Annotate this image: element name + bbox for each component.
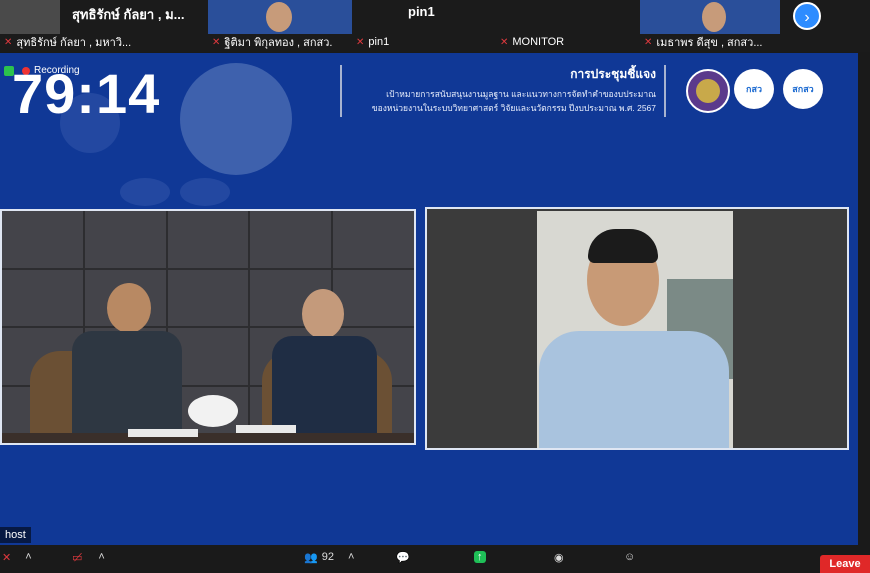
presenter-suit	[72, 331, 182, 443]
mute-button[interactable]: ✕ ˄	[2, 548, 32, 566]
participant-tile[interactable]: ✕ เมธาพร ดีสุข , สกสว...	[640, 0, 784, 52]
leave-button[interactable]: Leave	[820, 555, 870, 573]
participant-display-name: สุทธิรักษ์ กัลยา , ม...	[72, 7, 185, 22]
chevron-up-icon[interactable]: ˄	[25, 551, 31, 563]
participant-name-bar: ✕ เมธาพร ดีสุข , สกสว...	[640, 34, 763, 50]
mic-muted-icon: ✕	[356, 36, 365, 48]
speaker-hair	[588, 229, 658, 263]
record-icon: ◉	[554, 551, 564, 564]
desk	[2, 433, 414, 443]
tsri-logo: สกสว	[783, 69, 823, 109]
participant-name-bar: ✕ pin1	[352, 34, 389, 50]
remote-speaker-video	[425, 207, 849, 450]
host-label: host	[0, 527, 31, 543]
share-screen-button[interactable]: ↑	[474, 548, 486, 566]
speaker-shirt	[539, 331, 729, 448]
participant-name-bar: ✕ MONITOR	[496, 34, 564, 50]
flower-arrangement	[188, 395, 238, 427]
participant-display-name: pin1	[408, 4, 435, 19]
start-video-button[interactable]: ▭̸ ˄	[72, 548, 105, 566]
chevron-up-icon[interactable]: ˄	[98, 551, 104, 563]
chat-icon: 💬	[396, 551, 410, 564]
participant-video	[0, 0, 60, 34]
chat-button[interactable]: 💬	[396, 548, 410, 566]
participant-caption: pin1	[368, 36, 390, 48]
participants-icon: 👥	[304, 551, 318, 564]
video-off-icon: ▭̸	[72, 551, 83, 564]
slide-title: การประชุมชี้แจง	[570, 67, 656, 81]
countdown-timer: 79:14	[12, 62, 161, 125]
papers	[236, 425, 296, 433]
participant-name-bar: ✕ สุทธิรักษ์ กัลยา , มหาวิ...	[0, 34, 131, 50]
divider	[340, 65, 342, 117]
participant-video	[640, 0, 780, 34]
decor-circle	[180, 63, 292, 175]
mic-muted-icon: ✕	[500, 36, 509, 48]
chevron-right-icon: ›	[804, 9, 810, 26]
participant-caption: เมธาพร ดีสุข , สกสว...	[656, 37, 763, 49]
slide-subtitle-2: ของหน่วยงานในระบบวิทยาศาสตร์ วิจัยและนวั…	[371, 103, 656, 113]
participant-strip: สุทธิรักษ์ กัลยา , ม... ✕ สุทธิรักษ์ กัล…	[0, 0, 870, 52]
presenter-face	[302, 289, 344, 339]
mic-muted-icon: ✕	[212, 36, 221, 48]
participant-caption: สุทธิรักษ์ กัลยา , มหาวิ...	[16, 37, 132, 49]
mic-muted-icon: ✕	[644, 36, 653, 48]
decor-circle	[180, 178, 230, 206]
pmu-logo: กสว	[734, 69, 774, 109]
meeting-toolbar: ✕ ˄ ▭̸ ˄ 👥 92 ˄ 💬 ↑ ◉ ☺	[0, 545, 870, 570]
participant-tile[interactable]: สุทธิรักษ์ กัลยา , ม... ✕ สุทธิรักษ์ กัล…	[0, 0, 208, 52]
mic-muted-icon: ✕	[2, 551, 12, 564]
presenter-face	[107, 283, 151, 333]
participants-button[interactable]: 👥 92 ˄	[304, 548, 354, 566]
decor-circle	[120, 178, 170, 206]
mic-muted-icon: ✕	[4, 36, 13, 48]
ministry-seal-logo	[686, 69, 730, 113]
participant-tile[interactable]: pin1 ✕ pin1	[352, 0, 496, 52]
share-screen-icon: ↑	[474, 551, 486, 563]
participant-tile[interactable]: ✕ ฐิติมา พิกุลทอง , สกสว.	[208, 0, 352, 52]
reactions-button[interactable]: ☺	[624, 548, 635, 566]
participant-name-bar: ✕ ฐิติมา พิกุลทอง , สกสว.	[208, 34, 332, 50]
record-button[interactable]: ◉	[554, 548, 564, 566]
divider	[664, 65, 666, 117]
studio-video-feed	[0, 209, 416, 445]
participant-tile[interactable]: ✕ MONITOR	[496, 0, 640, 52]
main-video: Recording 79:14 การประชุมชี้แจง เป้าหมาย…	[0, 53, 858, 545]
next-page-button[interactable]: ›	[793, 2, 821, 30]
reactions-icon: ☺	[624, 551, 636, 563]
chevron-up-icon[interactable]: ˄	[348, 551, 354, 563]
participant-caption: MONITOR	[512, 36, 565, 48]
participant-caption: ฐิติมา พิกุลทอง , สกสว.	[224, 37, 333, 49]
participants-count: 92	[321, 551, 334, 563]
slide-subtitle-1: เป้าหมายการสนับสนุนงานมูลฐาน และแนวทางกา…	[386, 89, 656, 99]
participant-video	[208, 0, 352, 34]
papers	[128, 429, 198, 437]
